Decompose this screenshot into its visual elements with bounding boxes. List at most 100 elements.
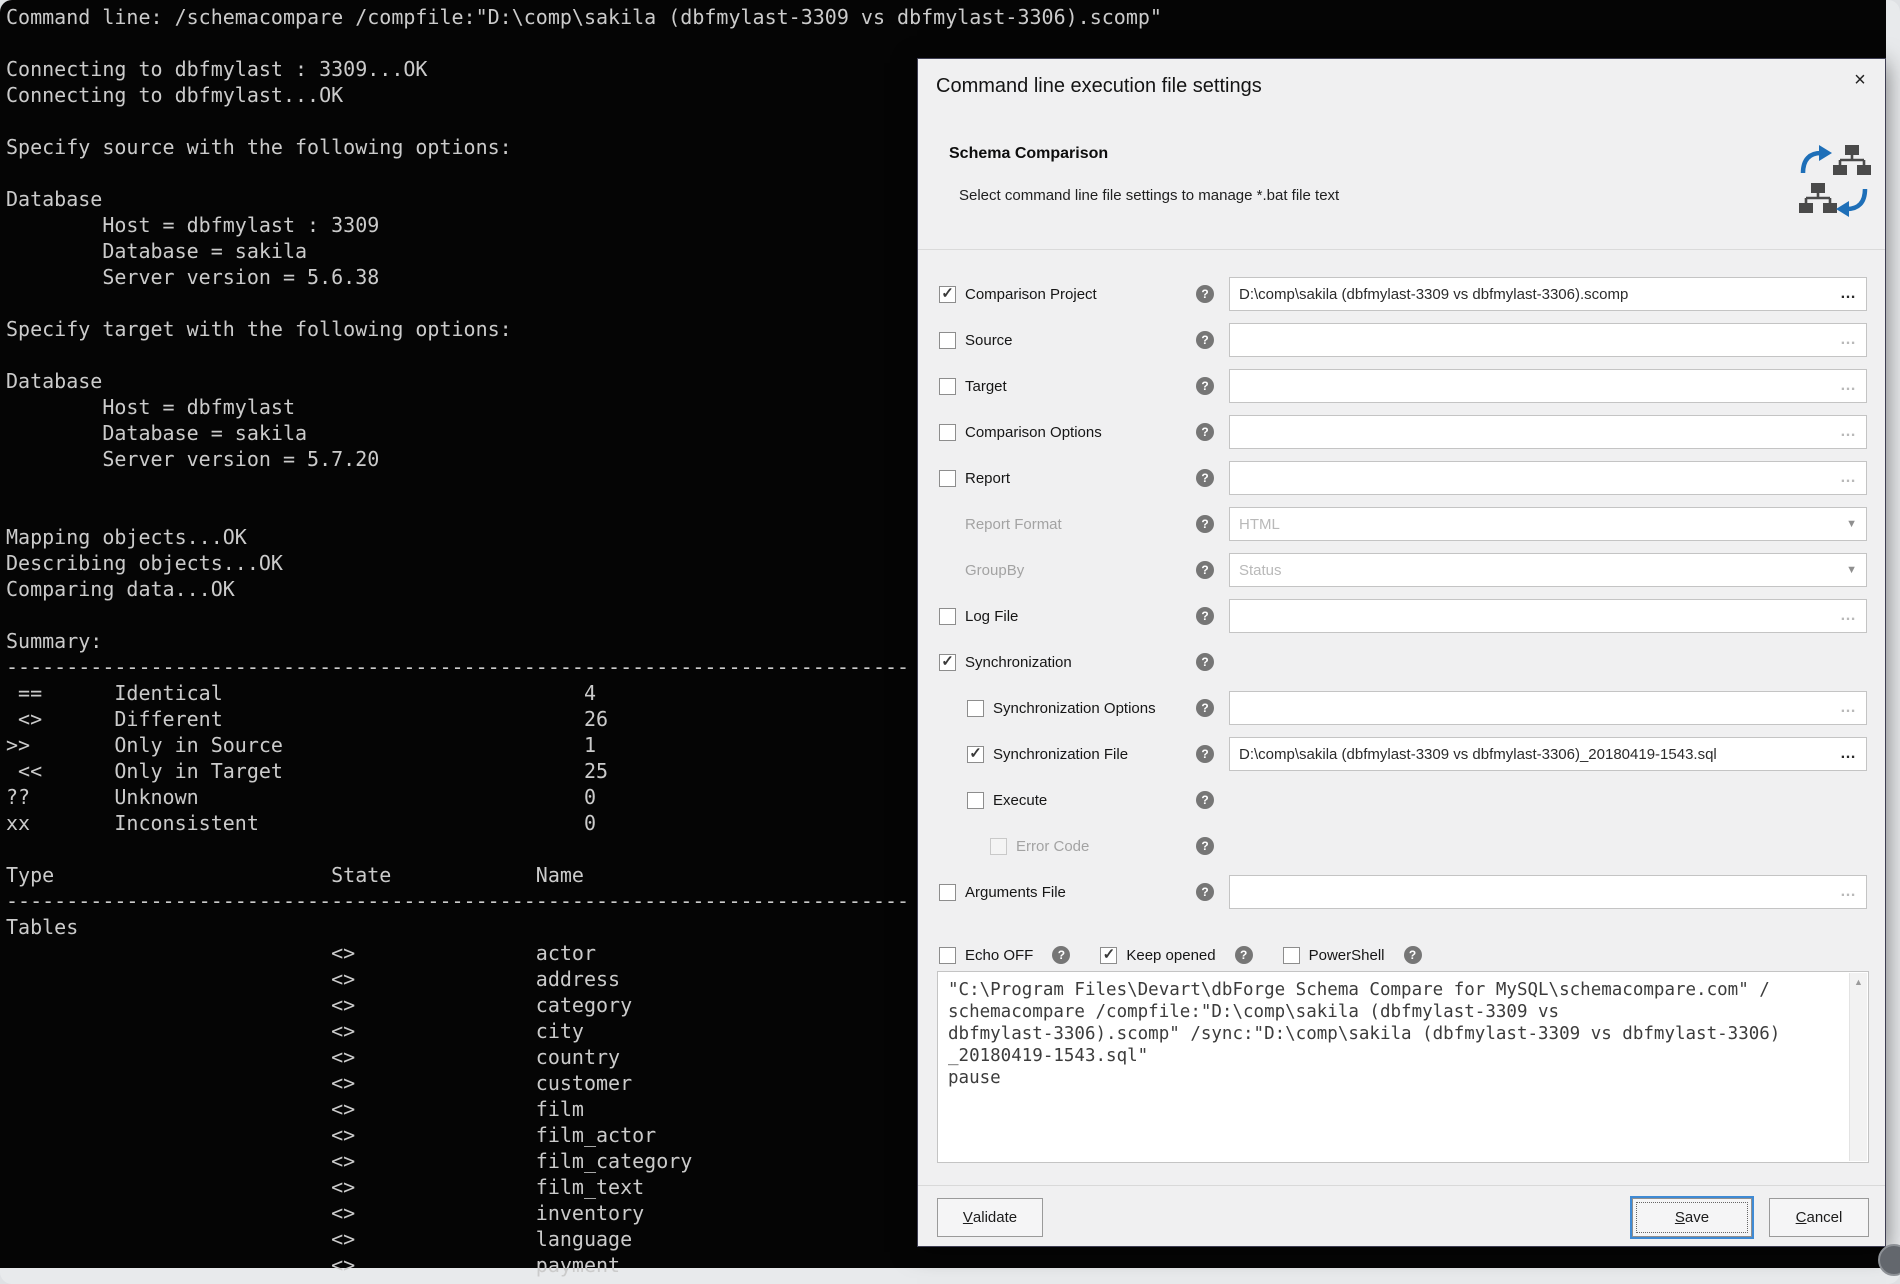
help-icon[interactable]: ?: [1052, 946, 1070, 964]
bat-file-text: "C:\Program Files\Devart\dbForge Schema …: [938, 972, 1868, 1089]
field-label: Source: [965, 332, 1013, 349]
input-source[interactable]: …: [1229, 323, 1867, 357]
field-control: Status▼: [1229, 553, 1867, 587]
field-row-groupby: GroupBy ? Status▼: [918, 547, 1885, 593]
field-label: Execute: [993, 792, 1047, 809]
help-icon[interactable]: ?: [1196, 745, 1214, 763]
checkbox-powershell[interactable]: [1283, 947, 1300, 964]
checkbox-error-code: [990, 838, 1007, 855]
field-control: …: [1229, 323, 1867, 357]
help-icon[interactable]: ?: [1196, 561, 1214, 579]
header-separator: [918, 249, 1885, 250]
input-comparison-options[interactable]: …: [1229, 415, 1867, 449]
help-icon[interactable]: ?: [1196, 653, 1214, 671]
browse-icon[interactable]: …: [1840, 285, 1857, 303]
browse-icon[interactable]: …: [1840, 883, 1857, 901]
checkbox-arguments-file[interactable]: [939, 884, 956, 901]
browse-icon[interactable]: …: [1840, 423, 1857, 441]
help-icon[interactable]: ?: [1196, 607, 1214, 625]
help-icon[interactable]: ?: [1196, 331, 1214, 349]
field-control: …: [1229, 875, 1867, 909]
help-icon[interactable]: ?: [1196, 699, 1214, 717]
schema-compare-icon: [1795, 141, 1873, 221]
browse-icon[interactable]: …: [1840, 745, 1857, 763]
input-comparison-project[interactable]: D:\comp\sakila (dbfmylast-3309 vs dbfmyl…: [1229, 277, 1867, 311]
fields-list: ✓ Comparison Project ? D:\comp\sakila (d…: [918, 271, 1885, 915]
field-control: D:\comp\sakila (dbfmylast-3309 vs dbfmyl…: [1229, 277, 1867, 311]
input-synchronization-file[interactable]: D:\comp\sakila (dbfmylast-3309 vs dbfmyl…: [1229, 737, 1867, 771]
field-control: D:\comp\sakila (dbfmylast-3309 vs dbfmyl…: [1229, 737, 1867, 771]
field-row-log-file: Log File ? …: [918, 593, 1885, 639]
select-value-report-format: HTML: [1239, 516, 1846, 533]
dialog-title: Command line execution file settings: [936, 75, 1262, 98]
checkbox-synchronization-options[interactable]: [967, 700, 984, 717]
field-row-synchronization-file: ✓ Synchronization File ? D:\comp\sakila …: [918, 731, 1885, 777]
checkbox-log-file[interactable]: [939, 608, 956, 625]
help-icon[interactable]: ?: [1235, 946, 1253, 964]
help-icon[interactable]: ?: [1196, 469, 1214, 487]
input-synchronization-options[interactable]: …: [1229, 691, 1867, 725]
chevron-down-icon: ▼: [1846, 564, 1857, 576]
input-log-file[interactable]: …: [1229, 599, 1867, 633]
help-icon[interactable]: ?: [1196, 423, 1214, 441]
browse-icon[interactable]: …: [1840, 469, 1857, 487]
scroll-up-icon[interactable]: ▲: [1850, 977, 1867, 987]
save-button[interactable]: Save: [1632, 1198, 1752, 1237]
help-icon[interactable]: ?: [1196, 791, 1214, 809]
bat-option-powershell: PowerShell ?: [1283, 946, 1422, 964]
field-control: [1229, 783, 1867, 817]
help-icon[interactable]: ?: [1196, 285, 1214, 303]
field-row-comparison-options: Comparison Options ? …: [918, 409, 1885, 455]
field-label: Report Format: [965, 516, 1062, 533]
close-icon[interactable]: ×: [1845, 65, 1875, 95]
help-icon[interactable]: ?: [1196, 883, 1214, 901]
input-arguments-file[interactable]: …: [1229, 875, 1867, 909]
input-report[interactable]: …: [1229, 461, 1867, 495]
chevron-down-icon: ▼: [1846, 518, 1857, 530]
checkbox-comparison-options[interactable]: [939, 424, 956, 441]
option-label: Echo OFF: [965, 947, 1033, 964]
bat-file-text-area[interactable]: "C:\Program Files\Devart\dbForge Schema …: [937, 971, 1869, 1163]
field-row-execute: Execute ?: [918, 777, 1885, 823]
field-control: …: [1229, 369, 1867, 403]
field-row-arguments-file: Arguments File ? …: [918, 869, 1885, 915]
textarea-scrollbar[interactable]: ▲: [1849, 973, 1867, 1161]
field-control: [1229, 645, 1867, 679]
browse-icon[interactable]: …: [1840, 331, 1857, 349]
help-icon[interactable]: ?: [1404, 946, 1422, 964]
checkbox-synchronization[interactable]: ✓: [939, 654, 956, 671]
field-row-synchronization-options: Synchronization Options ? …: [918, 685, 1885, 731]
help-icon[interactable]: ?: [1196, 377, 1214, 395]
input-target[interactable]: …: [1229, 369, 1867, 403]
field-control: HTML▼: [1229, 507, 1867, 541]
help-icon[interactable]: ?: [1196, 515, 1214, 533]
validate-button[interactable]: Validate: [937, 1198, 1043, 1237]
checkbox-keep-opened[interactable]: ✓: [1100, 947, 1117, 964]
checkbox-target[interactable]: [939, 378, 956, 395]
option-label: PowerShell: [1309, 947, 1385, 964]
field-row-report: Report ? …: [918, 455, 1885, 501]
option-label: Keep opened: [1126, 947, 1215, 964]
checkbox-synchronization-file[interactable]: ✓: [967, 746, 984, 763]
browse-icon[interactable]: …: [1840, 699, 1857, 717]
screenshot-frame: Command line: /schemacompare /compfile:"…: [0, 0, 1900, 1284]
field-control: …: [1229, 461, 1867, 495]
browse-icon[interactable]: …: [1840, 607, 1857, 625]
field-label: Synchronization: [965, 654, 1072, 671]
bat-options-row: Echo OFF ? ✓ Keep opened ? PowerShell ?: [939, 938, 1452, 972]
checkbox-source[interactable]: [939, 332, 956, 349]
help-icon[interactable]: ?: [1196, 837, 1214, 855]
field-row-report-format: Report Format ? HTML▼: [918, 501, 1885, 547]
field-label: Target: [965, 378, 1007, 395]
checkbox-report[interactable]: [939, 470, 956, 487]
browse-icon[interactable]: …: [1840, 377, 1857, 395]
checkbox-comparison-project[interactable]: ✓: [939, 286, 956, 303]
checkbox-execute[interactable]: [967, 792, 984, 809]
select-groupby: Status▼: [1229, 553, 1867, 587]
cancel-button[interactable]: Cancel: [1769, 1198, 1869, 1237]
checkbox-echo-off[interactable]: [939, 947, 956, 964]
input-value-comparison-project: D:\comp\sakila (dbfmylast-3309 vs dbfmyl…: [1239, 286, 1840, 303]
field-control: …: [1229, 691, 1867, 725]
field-label: Error Code: [1016, 838, 1089, 855]
field-row-synchronization: ✓ Synchronization ?: [918, 639, 1885, 685]
